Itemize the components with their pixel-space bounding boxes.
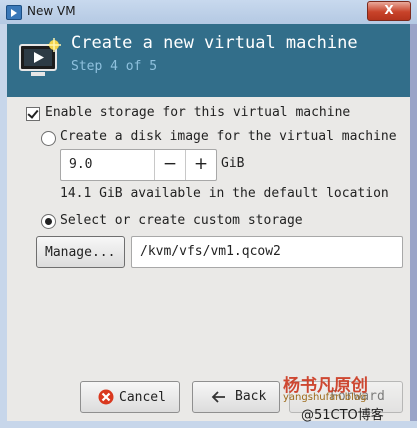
manage-button[interactable]: Manage... <box>36 236 125 268</box>
app-icon <box>6 5 22 20</box>
storage-path-input[interactable]: /kvm/vfs/vm1.qcow2 <box>131 236 403 268</box>
increment-button[interactable]: + <box>185 150 216 180</box>
wizard-header: Create a new virtual machine Step 4 of 5 <box>7 24 410 97</box>
window-frame-left <box>0 24 7 428</box>
cancel-icon <box>98 389 114 405</box>
create-disk-radio[interactable] <box>41 131 56 146</box>
back-arrow-icon <box>211 391 225 403</box>
window-title: New VM <box>27 4 76 18</box>
monitor-icon <box>19 38 61 76</box>
create-disk-label[interactable]: Create a disk image for the virtual mach… <box>60 129 397 144</box>
disk-size-unit: GiB <box>221 156 245 171</box>
cancel-button[interactable]: Cancel <box>80 381 180 413</box>
watermark-url: yangshufan.blog <box>283 392 367 403</box>
custom-storage-radio[interactable] <box>41 214 56 229</box>
wizard-step: Step 4 of 5 <box>71 59 158 74</box>
watermark-site: @51CTO博客 <box>301 408 384 423</box>
custom-storage-label[interactable]: Select or create custom storage <box>60 213 303 228</box>
disk-size-value[interactable]: 9.0 <box>69 157 92 172</box>
decrement-button[interactable]: − <box>154 150 185 180</box>
enable-storage-label[interactable]: Enable storage for this virtual machine <box>45 105 350 120</box>
cancel-label: Cancel <box>119 390 166 405</box>
window-frame-right <box>410 24 417 428</box>
close-button[interactable]: X <box>367 1 411 21</box>
available-space-text: 14.1 GiB available in the default locati… <box>60 186 389 201</box>
wizard-title: Create a new virtual machine <box>71 33 358 53</box>
window-title-bar[interactable]: New VM X <box>0 0 417 25</box>
back-label: Back <box>235 389 267 404</box>
disk-size-stepper[interactable]: 9.0 − + <box>60 149 217 181</box>
back-button[interactable]: Back <box>192 381 280 413</box>
enable-storage-checkbox[interactable] <box>26 107 40 121</box>
